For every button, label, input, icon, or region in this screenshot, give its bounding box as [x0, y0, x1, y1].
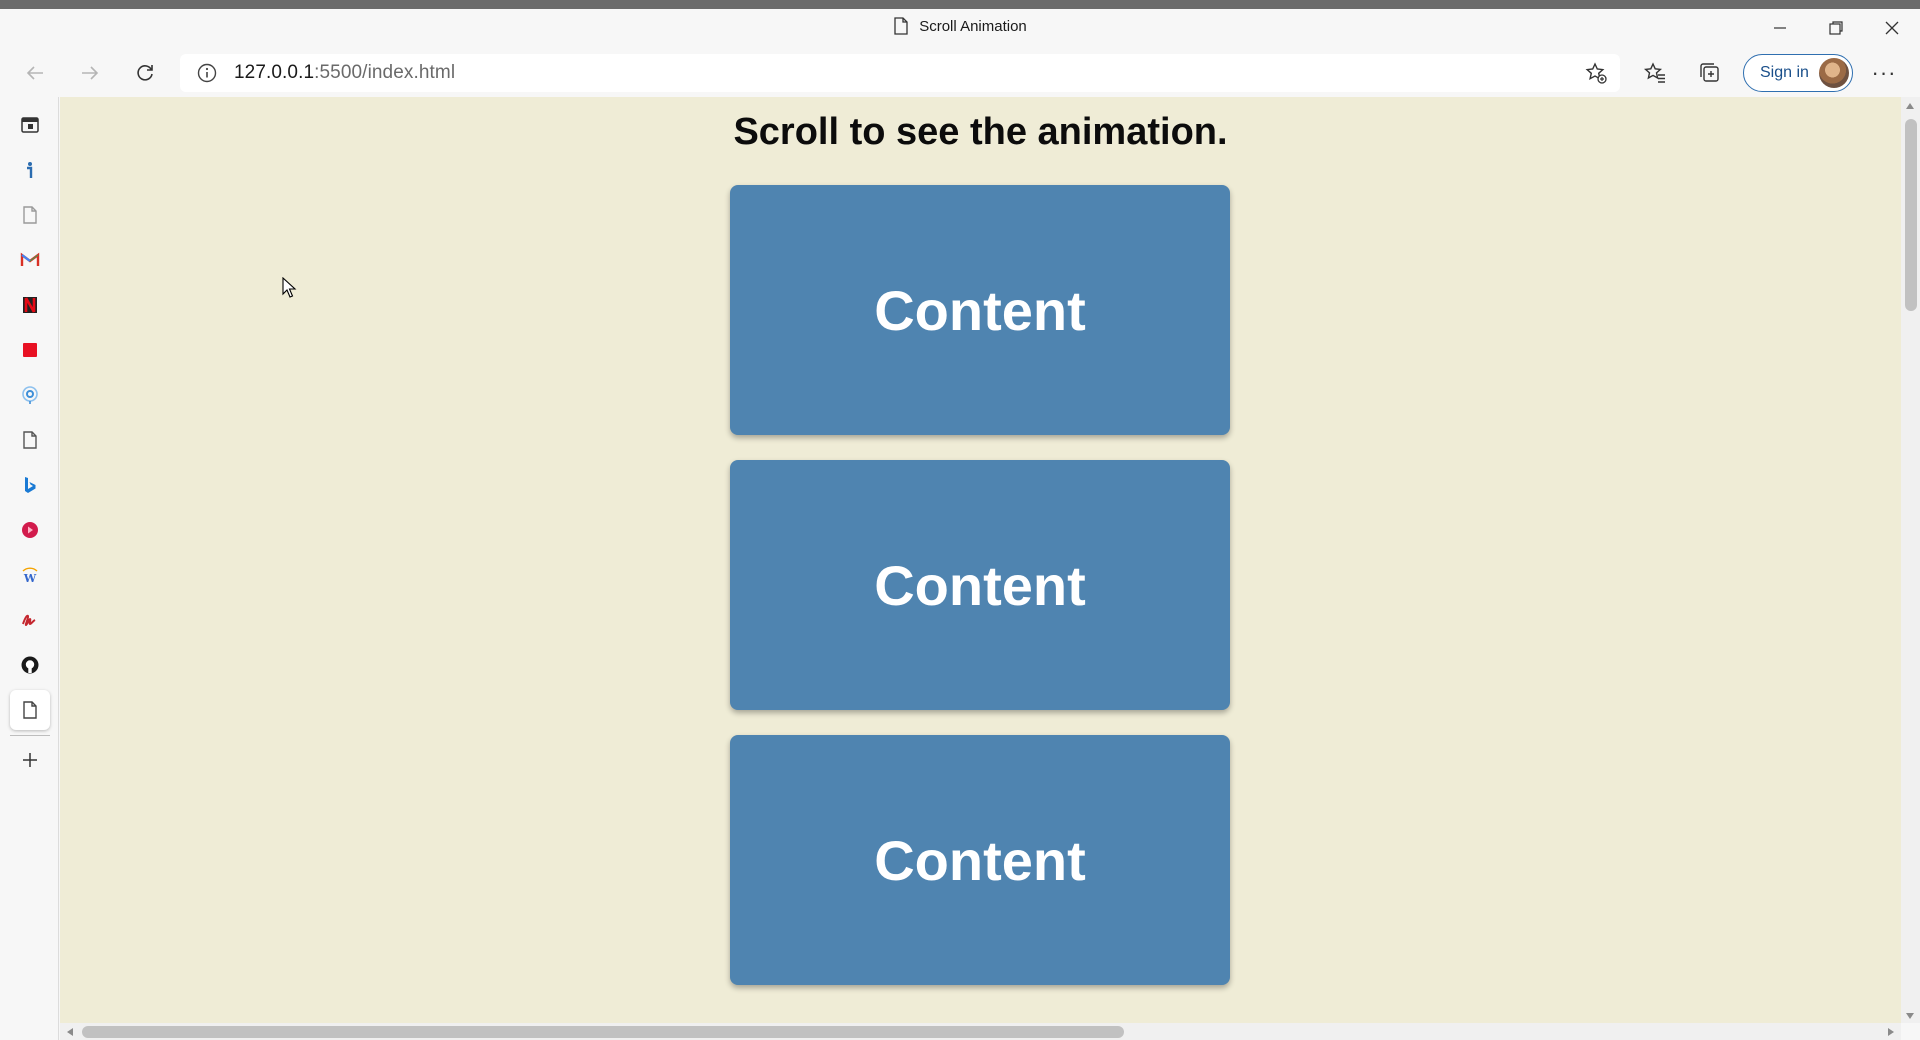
svg-text:W: W [23, 572, 37, 585]
collections-icon [1700, 63, 1719, 82]
window-title: Scroll Animation [919, 17, 1027, 35]
location-icon [22, 386, 38, 404]
sidebar-item-signature[interactable] [10, 600, 50, 640]
plus-icon [23, 753, 37, 767]
page-viewport: Scroll to see the animation. Content Con… [60, 97, 1901, 1023]
forward-button[interactable] [72, 55, 108, 91]
info-icon [27, 162, 33, 178]
sidebar-item-location[interactable] [10, 375, 50, 415]
sidebar-item-netflix[interactable] [10, 285, 50, 325]
office-icon [21, 117, 39, 133]
sidebar-item-red-square[interactable] [10, 330, 50, 370]
content-box: Content [730, 185, 1230, 435]
sidebar-item-document[interactable] [10, 420, 50, 460]
signature-icon [22, 614, 36, 627]
close-icon [1885, 21, 1899, 35]
back-arrow-icon [26, 66, 43, 80]
netflix-icon [23, 297, 37, 313]
window-top-strip [0, 0, 1920, 9]
favorites-button[interactable] [1641, 59, 1669, 87]
page-heading: Scroll to see the animation. [733, 111, 1228, 153]
content-box: Content [730, 735, 1230, 985]
refresh-button[interactable] [127, 55, 163, 91]
sign-in-label: Sign in [1760, 64, 1809, 81]
sidebar-item-current-page[interactable] [10, 690, 50, 730]
title-bar: Scroll Animation [0, 9, 1920, 49]
scroll-down-arrow-icon[interactable] [1906, 1013, 1914, 1019]
sidebar-item-video[interactable] [10, 510, 50, 550]
page-icon [23, 206, 37, 224]
wikipedia-icon: W [22, 567, 38, 585]
content-box-label: Content [874, 553, 1086, 617]
page-icon [23, 701, 37, 719]
horizontal-scrollbar[interactable] [60, 1023, 1901, 1040]
back-button[interactable] [17, 55, 53, 91]
scroll-left-arrow-icon[interactable] [67, 1028, 73, 1036]
video-icon [22, 522, 38, 538]
sidebar-item-github[interactable] [10, 645, 50, 685]
bing-icon [25, 477, 36, 493]
vertical-scroll-thumb[interactable] [1905, 119, 1917, 311]
site-info-icon[interactable] [196, 62, 218, 84]
address-bar[interactable]: 127.0.0.1:5500/index.html [180, 54, 1620, 92]
horizontal-scroll-thumb[interactable] [82, 1026, 1124, 1038]
mouse-cursor-icon [282, 277, 297, 298]
refresh-icon [137, 65, 153, 81]
content-box-label: Content [874, 278, 1086, 342]
content-box: Content [730, 460, 1230, 710]
window-controls [1752, 9, 1920, 47]
close-button[interactable] [1864, 9, 1920, 47]
sidebar-item-bing[interactable] [10, 465, 50, 505]
content-box-label: Content [874, 828, 1086, 892]
red-square-icon [23, 343, 37, 357]
sidebar-item-page[interactable] [10, 195, 50, 235]
minimize-icon [1774, 27, 1786, 29]
scroll-up-arrow-icon[interactable] [1906, 103, 1914, 109]
page-icon [23, 431, 37, 449]
sidebar-item-office[interactable] [10, 105, 50, 145]
vertical-scrollbar[interactable] [1901, 97, 1920, 1023]
restore-icon [1829, 21, 1843, 35]
sidebar-item-wikipedia[interactable]: W [10, 555, 50, 595]
sidebar-divider [10, 735, 50, 736]
page-icon [894, 17, 908, 35]
sign-in-button[interactable]: Sign in [1743, 54, 1853, 92]
collections-button[interactable] [1696, 59, 1724, 87]
restore-button[interactable] [1808, 9, 1864, 47]
sidebar-item-gmail[interactable] [10, 240, 50, 280]
url-host: 127.0.0.1 [234, 62, 315, 83]
favorites-icon [1643, 62, 1665, 83]
gmail-icon [20, 252, 40, 266]
edge-sidebar: W [0, 97, 59, 1040]
sidebar-item-info[interactable] [10, 150, 50, 190]
more-options-button[interactable]: ··· [1870, 59, 1898, 87]
browser-toolbar: 127.0.0.1:5500/index.html Sign in ··· [0, 49, 1920, 97]
window-title-area: Scroll Animation [0, 17, 1920, 35]
url-text[interactable]: 127.0.0.1:5500/index.html [234, 62, 455, 84]
url-path: :5500/index.html [314, 62, 456, 83]
github-icon [21, 656, 39, 674]
avatar [1819, 58, 1849, 88]
minimize-button[interactable] [1752, 9, 1808, 47]
add-favorite-icon[interactable] [1584, 61, 1608, 85]
scroll-right-arrow-icon[interactable] [1888, 1028, 1894, 1036]
forward-arrow-icon [82, 66, 99, 80]
sidebar-add-button[interactable] [10, 740, 50, 780]
